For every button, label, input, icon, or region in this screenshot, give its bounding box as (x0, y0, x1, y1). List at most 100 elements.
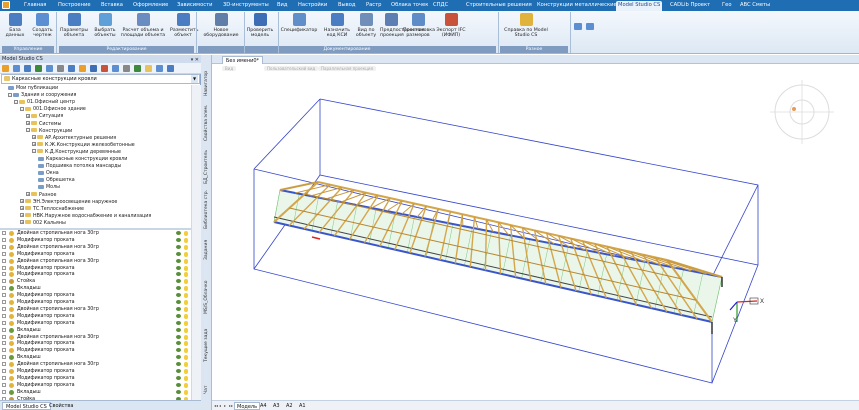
list-item[interactable]: Двойная стропильная нога 30гр (0, 244, 191, 251)
visibility-eye-icon[interactable] (176, 237, 181, 242)
expand-icon[interactable] (2, 355, 6, 360)
side-tab-1[interactable]: Навигатор (202, 63, 211, 103)
menu-tab-построение[interactable]: Построение (56, 1, 93, 11)
expand-icon[interactable] (2, 306, 6, 311)
list-item[interactable]: Модификатор проката (0, 347, 191, 354)
light-bulb-icon[interactable] (184, 389, 188, 395)
document-tab[interactable]: Без имени0* (222, 56, 264, 64)
toolbar-button-icon[interactable] (145, 65, 152, 72)
tree-expander-icon[interactable]: + (20, 206, 24, 211)
layout-tab-модель[interactable]: Модель (234, 402, 261, 410)
visibility-eye-icon[interactable] (176, 327, 181, 332)
menu-tab-главная[interactable]: Главная (22, 1, 48, 11)
tree-node[interactable]: Окна (38, 170, 59, 177)
toolbar-button-icon[interactable] (123, 65, 130, 72)
light-bulb-icon[interactable] (184, 327, 188, 333)
tree-node[interactable]: Обрешетка (38, 177, 75, 184)
toolbar-button-icon[interactable] (13, 65, 20, 72)
expand-icon[interactable] (2, 362, 6, 367)
light-bulb-icon[interactable] (184, 334, 188, 340)
tree-expander-icon[interactable]: + (26, 121, 30, 125)
expand-icon[interactable] (2, 265, 6, 270)
light-bulb-icon[interactable] (184, 279, 188, 285)
toolbar-button-icon[interactable] (46, 65, 53, 72)
light-bulb-icon[interactable] (184, 286, 188, 292)
tree-node[interactable]: - Здания и сооружения (8, 92, 76, 99)
ribbon-button-2[interactable]: Создать чертеж (30, 12, 55, 45)
expand-icon[interactable] (2, 313, 6, 318)
tree-expander-icon[interactable]: - (8, 92, 12, 97)
list-item[interactable]: Модификатор проката (0, 271, 191, 278)
light-bulb-icon[interactable] (184, 369, 188, 374)
layout-tab-a3[interactable]: A3 (271, 402, 282, 410)
project-selector[interactable]: Каркасные конструкции кровли ▼ (1, 74, 200, 84)
menu-tab-зависимости[interactable]: Зависимости (175, 1, 215, 11)
visibility-eye-icon[interactable] (176, 389, 181, 394)
app-menu-icon[interactable] (2, 1, 10, 9)
menu-tab-вставка[interactable]: Вставка (99, 1, 125, 11)
expand-icon[interactable] (2, 382, 6, 387)
list-item[interactable]: Модификатор проката (0, 292, 191, 299)
expand-icon[interactable] (2, 348, 6, 353)
layout-tab-a4[interactable]: A4 (258, 402, 269, 410)
list-item[interactable]: Вкладыш (0, 354, 191, 361)
expand-icon[interactable] (2, 369, 6, 373)
visibility-eye-icon[interactable] (176, 341, 181, 346)
tree-node[interactable]: - 001.Офисное здание (20, 106, 86, 113)
visibility-eye-icon[interactable] (176, 286, 181, 291)
chevron-down-icon[interactable]: ▼ (191, 75, 198, 83)
tree-node[interactable]: - Конструкции (26, 128, 72, 135)
visibility-eye-icon[interactable] (176, 300, 181, 304)
side-tab-4[interactable]: Библиотека стр. (202, 189, 211, 229)
side-tab-7[interactable]: Текущие зада (202, 325, 211, 365)
view-crumb-3[interactable]: Параллельная проекция (318, 66, 376, 71)
tree-expander-icon[interactable]: + (26, 192, 30, 196)
light-bulb-icon[interactable] (184, 348, 188, 354)
tree-node[interactable]: - 01.Офисный центр (14, 99, 75, 106)
tree-expander-icon[interactable]: - (32, 149, 36, 154)
tree-node[interactable]: + К.Ж.Конструкции железобетонные (32, 142, 135, 149)
ribbon-button-5[interactable]: Расчет объема и площади объекта (120, 12, 166, 45)
list-item[interactable]: Двойная стропильная нога 30гр (0, 230, 191, 237)
light-bulb-icon[interactable] (184, 362, 188, 368)
menu-tab-строительные-решения[interactable]: Строительные решения (464, 1, 534, 11)
light-bulb-icon[interactable] (184, 355, 188, 361)
panel-scrollbar[interactable] (191, 85, 201, 400)
ribbon-button-10[interactable]: Назначить код КСИ (322, 12, 352, 45)
layout-tab-a2[interactable]: A2 (284, 402, 295, 410)
menu-tab-оформление[interactable]: Оформление (131, 1, 170, 11)
expand-icon[interactable] (2, 300, 6, 304)
tree-expander-icon[interactable]: - (26, 128, 30, 133)
list-item[interactable]: Модификатор проката (0, 313, 191, 320)
tree-node[interactable]: + ЭН.Электроосвещение наружное (20, 199, 117, 206)
tree-node[interactable]: + АР.Архитектурные решения (32, 135, 116, 142)
visibility-eye-icon[interactable] (176, 244, 181, 249)
ribbon-button-3[interactable]: Параметры объекта (59, 12, 89, 45)
list-item[interactable]: Двойная стропильная нога 30гр (0, 334, 191, 341)
tree-expander-icon[interactable]: + (20, 220, 24, 225)
visibility-eye-icon[interactable] (176, 334, 181, 339)
side-tab-5[interactable]: Задания (202, 230, 211, 270)
ribbon-button-15[interactable]: Справка по Model Studio CS (500, 12, 552, 45)
tree-node[interactable]: Подшивка потолка мансарды (38, 163, 121, 170)
visibility-eye-icon[interactable] (176, 272, 181, 277)
list-item[interactable]: Вкладыш (0, 285, 191, 292)
toolbar-button-icon[interactable] (90, 65, 97, 72)
menu-tab-вид[interactable]: Вид (275, 1, 290, 11)
expand-icon[interactable] (2, 251, 6, 256)
tree-expander-icon[interactable]: + (20, 213, 24, 218)
expand-icon[interactable] (2, 258, 6, 263)
list-item[interactable]: Модификатор проката (0, 237, 191, 244)
tree-node[interactable]: + Ситуация (26, 113, 63, 120)
ribbon-button-11[interactable]: Вид по объекту (355, 12, 377, 45)
toolbar-button-icon[interactable] (24, 65, 31, 72)
toolbar-button-icon[interactable] (57, 65, 64, 72)
menu-tab-растр[interactable]: Растр (364, 1, 383, 11)
roof-model-3d[interactable]: YX (212, 72, 859, 400)
list-item[interactable]: Вкладыш (0, 327, 191, 334)
tree-node[interactable]: +002 Кальяны (20, 220, 66, 227)
visibility-eye-icon[interactable] (176, 355, 181, 360)
tree-expander-icon[interactable]: - (20, 106, 24, 111)
side-tab-2[interactable]: Свойства элем. (202, 103, 211, 143)
visibility-eye-icon[interactable] (176, 265, 181, 270)
